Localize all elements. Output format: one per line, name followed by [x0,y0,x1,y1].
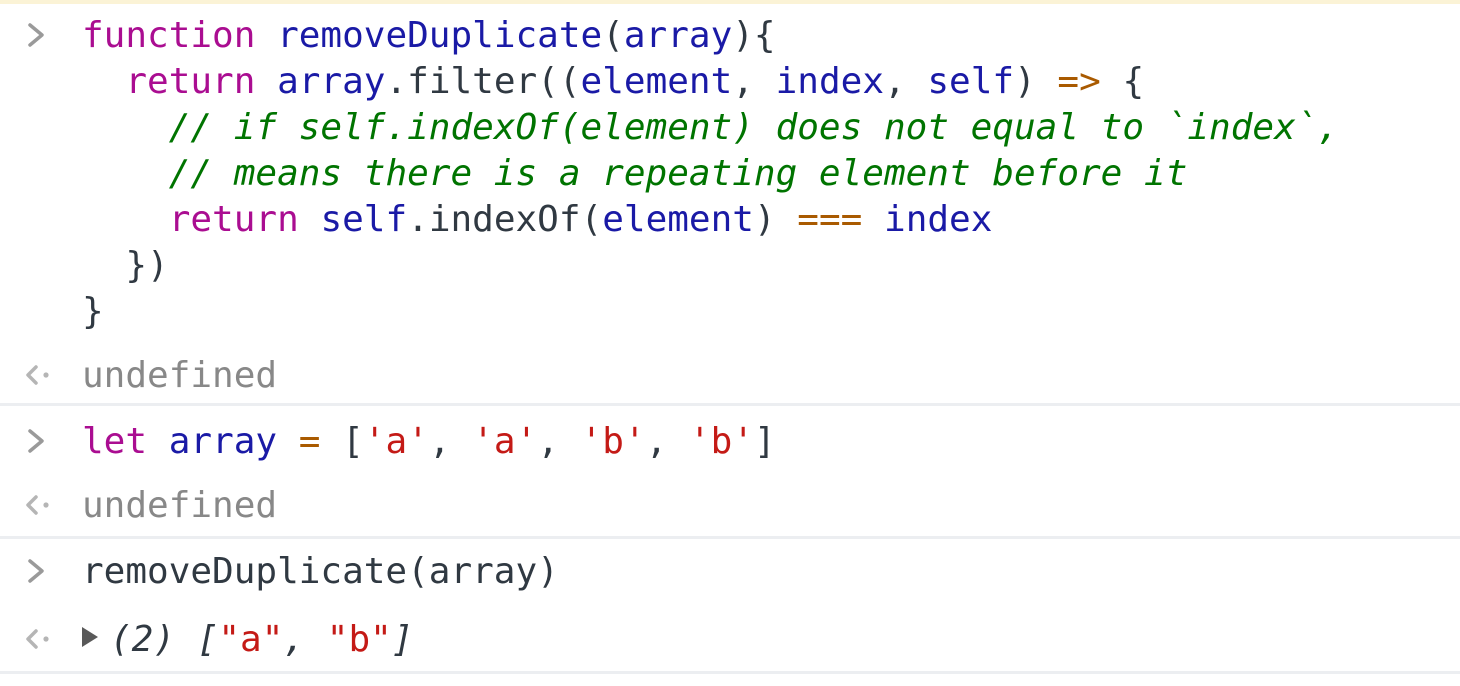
code-token: "a" [218,619,284,660]
code-token: removeDuplicate [277,15,603,56]
code-token: , [283,619,327,660]
code-token: ) [1014,61,1058,102]
console-entry-divider [0,671,1460,674]
code-token: , [884,61,928,102]
code-token: index [775,61,884,102]
code-token: // means there is a repeating element be… [168,153,1188,194]
code-token: }) [82,245,169,286]
code-token: let [82,421,148,462]
code-line: undefined [82,483,277,529]
code-token: => [1057,61,1101,102]
code-token: ) [753,199,798,240]
return-arrow-icon [22,485,58,531]
code-token: array [623,15,733,56]
code-token: , [428,421,473,462]
code-token: [ [320,421,364,462]
code-token: // if self.indexOf(element) does not equ… [168,107,1340,148]
code-token: undefined [82,485,278,526]
code-token: 'b' [580,421,646,462]
code-line: let array = ['a', 'a', 'b', 'b'] [82,419,776,465]
code-line: return array.filter((element, index, sel… [82,59,1144,105]
code-token: , [537,421,581,462]
code-token: element [580,61,733,102]
code-token: "b" [326,619,392,660]
code-token: ] [391,619,414,660]
code-line: return self.indexOf(element) === index [82,197,993,243]
code-line: // if self.indexOf(element) does not equ… [82,105,1339,151]
code-line: // means there is a repeating element be… [82,151,1188,197]
code-line: (2) ["a", "b"] [82,617,413,663]
disclosure-triangle-icon[interactable] [82,627,98,647]
code-token: , [645,421,689,462]
code-token: element [602,199,754,240]
code-token: return [125,61,256,102]
code-token: array [168,421,278,462]
console-top-border [0,0,1460,4]
code-token: array [277,61,386,102]
code-token: index [884,199,993,240]
code-token: .indexOf( [407,199,603,240]
code-token: self [927,61,1015,102]
code-token: , [732,61,776,102]
code-token: 'b' [689,421,755,462]
code-token: ( [602,15,624,56]
chevron-right-icon [22,15,58,61]
code-token: self [320,199,408,240]
code-token: (2) [ [110,619,219,660]
code-line: removeDuplicate(array) [82,549,559,595]
code-token: return [168,199,299,240]
return-arrow-icon [22,619,58,665]
console-entry-divider [0,403,1460,406]
code-line: }) [82,243,169,289]
code-token: ){ [732,15,776,56]
code-token: .filter(( [385,61,581,102]
chevron-right-icon [22,421,58,467]
return-arrow-icon [22,355,58,401]
console-entry-divider [0,536,1460,539]
code-token: { [1100,61,1145,102]
code-token: 'a' [363,421,429,462]
code-token: undefined [82,355,278,396]
code-token: removeDuplicate(array) [82,551,559,592]
code-token: 'a' [472,421,538,462]
code-token: function [82,15,256,56]
code-token: } [82,291,104,332]
code-line: } [82,289,104,335]
code-token: = [298,421,321,462]
code-line: function removeDuplicate(array){ [82,13,776,59]
chevron-right-icon [22,551,58,597]
code-line: undefined [82,353,277,399]
code-token: === [797,199,863,240]
code-token: ] [754,421,776,462]
